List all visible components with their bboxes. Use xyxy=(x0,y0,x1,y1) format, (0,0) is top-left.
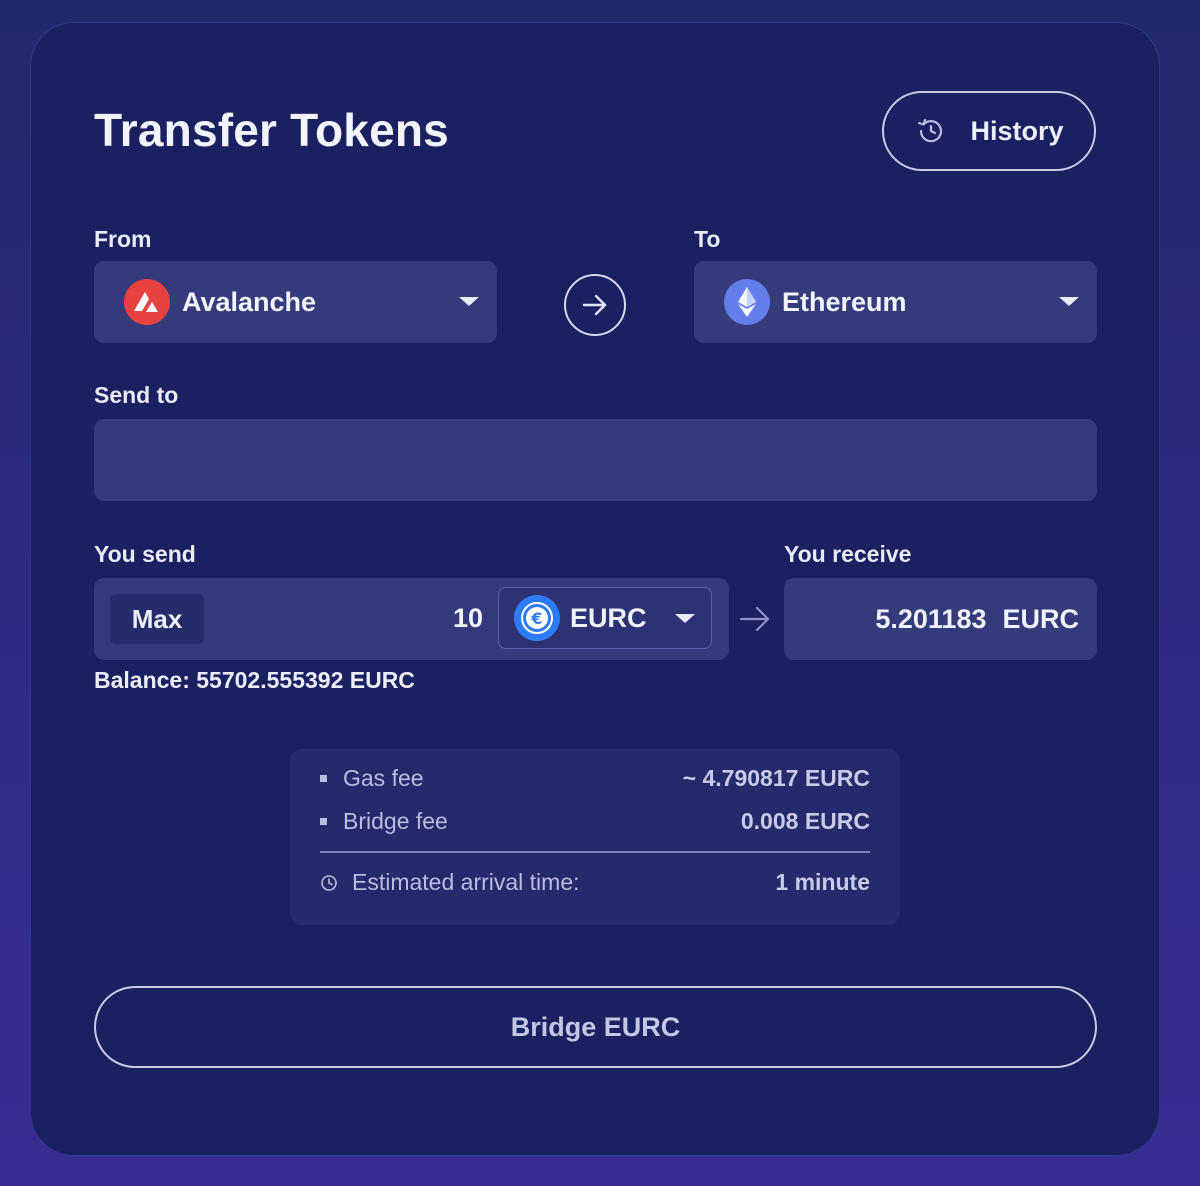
avalanche-logo-icon xyxy=(124,279,170,325)
max-button[interactable]: Max xyxy=(110,594,204,644)
chevron-down-icon xyxy=(459,297,479,306)
you-receive-label: You receive xyxy=(784,541,912,567)
send-to-input[interactable] xyxy=(94,419,1097,501)
svg-text:€: € xyxy=(530,609,542,628)
divider xyxy=(320,851,870,853)
fee-summary: Gas fee ~ 4.790817 EURC Bridge fee 0.008… xyxy=(290,749,900,925)
chevron-down-icon xyxy=(675,614,695,623)
bullet-icon xyxy=(320,775,327,782)
token-select[interactable]: € EURC xyxy=(498,587,712,649)
from-label: From xyxy=(94,226,152,252)
transfer-card: Transfer Tokens History From Avalanche T… xyxy=(30,22,1160,1156)
receive-amount-field: 5.201183 EURC xyxy=(784,578,1097,660)
send-amount-field: Max 10 € EURC xyxy=(94,578,729,660)
bridge-fee-value: 0.008 EURC xyxy=(740,808,870,834)
from-chain-name: Avalanche xyxy=(182,286,317,317)
swap-direction-button[interactable] xyxy=(564,274,626,336)
arrival-time-row: Estimated arrival time: 1 minute xyxy=(320,869,870,896)
history-icon xyxy=(918,118,943,143)
eurc-coin-icon: € xyxy=(514,595,560,641)
arrival-time-value: 1 minute xyxy=(775,869,870,895)
balance-text: Balance: 55702.555392 EURC xyxy=(94,667,415,693)
you-send-label: You send xyxy=(94,541,196,567)
receive-token: EURC xyxy=(1002,603,1079,634)
gas-fee-label: Gas fee xyxy=(343,765,424,791)
arrival-time-label: Estimated arrival time: xyxy=(352,869,580,895)
bridge-fee-label: Bridge fee xyxy=(343,808,448,834)
to-chain-select[interactable]: Ethereum xyxy=(694,261,1097,343)
bridge-fee-row: Bridge fee 0.008 EURC xyxy=(320,808,870,835)
arrow-right-icon xyxy=(582,294,607,316)
chevron-down-icon xyxy=(1059,297,1079,306)
arrow-right-icon xyxy=(739,606,770,632)
token-name: EURC xyxy=(570,602,647,633)
receive-amount: 5.201183 xyxy=(875,603,987,634)
from-chain-select[interactable]: Avalanche xyxy=(94,261,497,343)
page-title: Transfer Tokens xyxy=(94,104,449,156)
clock-icon xyxy=(321,874,337,891)
history-label: History xyxy=(970,115,1064,146)
ethereum-logo-icon xyxy=(724,279,770,325)
send-to-label: Send to xyxy=(94,382,179,408)
gas-fee-row: Gas fee ~ 4.790817 EURC xyxy=(320,765,870,792)
bullet-icon xyxy=(320,818,327,825)
to-label: To xyxy=(694,226,721,252)
history-button[interactable]: History xyxy=(882,91,1096,171)
gas-fee-value: ~ 4.790817 EURC xyxy=(682,765,870,791)
bridge-button[interactable]: Bridge EURC xyxy=(94,986,1097,1068)
send-amount-input[interactable]: 10 xyxy=(453,603,483,634)
to-chain-name: Ethereum xyxy=(782,286,907,317)
